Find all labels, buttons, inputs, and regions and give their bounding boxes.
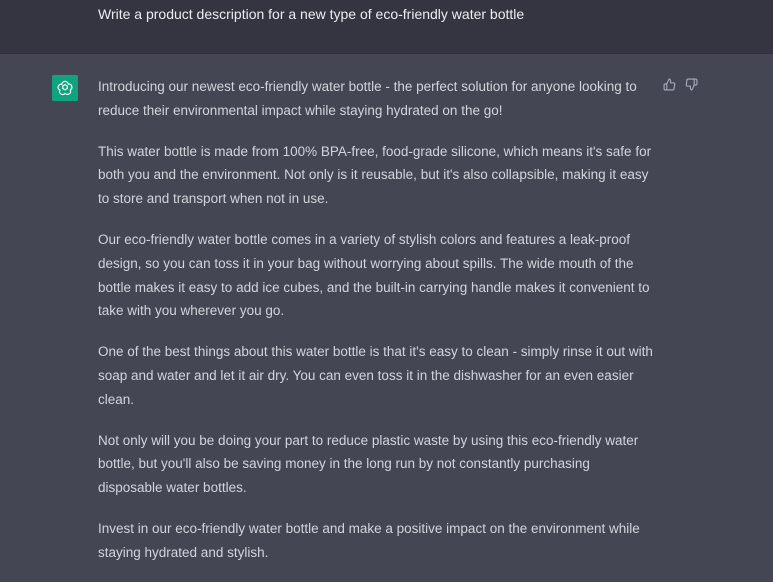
answer-paragraph: Invest in our eco-friendly water bottle … xyxy=(98,520,640,560)
user-message-row: Write a product description for a new ty… xyxy=(0,0,773,54)
assistant-answer: Introducing our newest eco-friendly wate… xyxy=(98,75,658,565)
assistant-message-row: Introducing our newest eco-friendly wate… xyxy=(0,54,773,582)
user-message-text: Write a product description for a new ty… xyxy=(98,6,525,22)
answer-paragraph: This water bottle is made from 100% BPA-… xyxy=(98,143,652,207)
answer-paragraph: Introducing our newest eco-friendly wate… xyxy=(98,79,637,118)
feedback-buttons xyxy=(662,77,698,91)
openai-logo-icon xyxy=(52,75,78,101)
answer-paragraph: One of the best things about this water … xyxy=(98,344,653,407)
answer-paragraph: Our eco-friendly water bottle comes in a… xyxy=(98,231,650,319)
answer-paragraph: Not only will you be doing your part to … xyxy=(98,432,639,496)
thumbs-up-icon[interactable] xyxy=(662,77,676,91)
thumbs-down-icon[interactable] xyxy=(684,77,698,91)
